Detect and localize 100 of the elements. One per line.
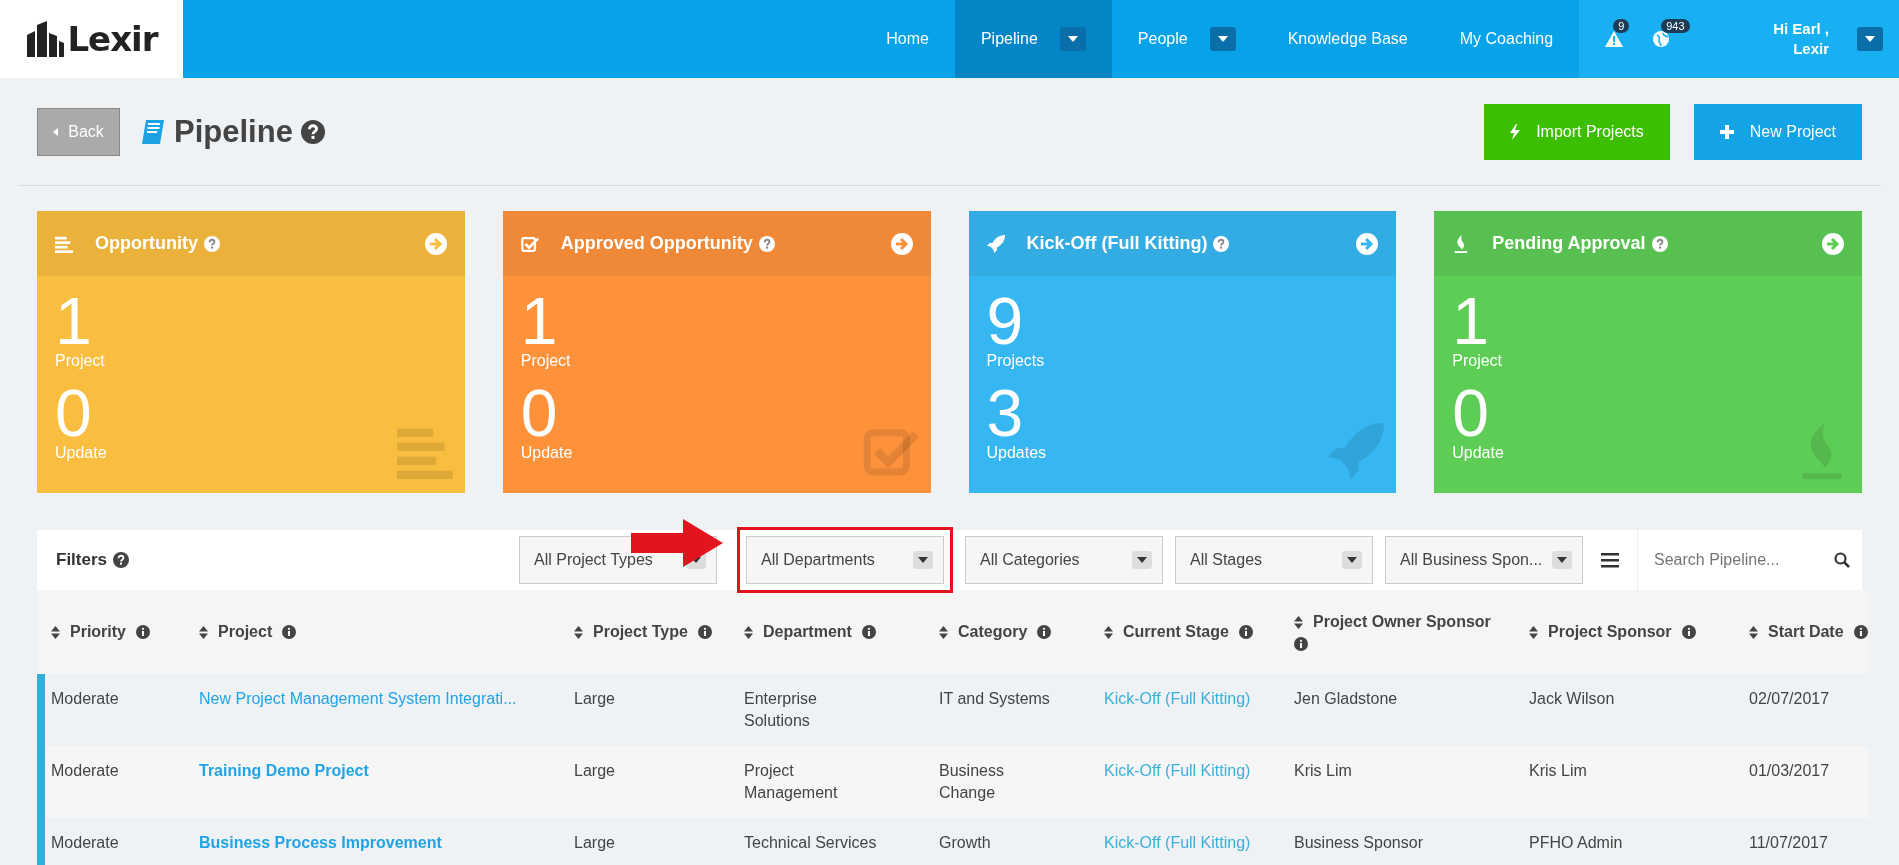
help-icon	[1651, 235, 1668, 252]
card-title: Pending Approval	[1492, 233, 1646, 254]
column-header[interactable]: Category	[958, 623, 1028, 641]
caret-icon	[53, 127, 59, 136]
sort-icon[interactable]	[1294, 615, 1303, 629]
logo[interactable]: Lexir	[0, 0, 183, 78]
search-icon[interactable]	[1834, 552, 1850, 568]
update-count: 0	[1452, 382, 1489, 444]
rocket-icon	[986, 234, 1005, 253]
project-link[interactable]: Training Demo Project	[199, 762, 369, 779]
caret-icon	[918, 557, 928, 563]
sort-icon[interactable]	[744, 625, 753, 639]
project-count: 1	[1452, 290, 1489, 352]
count-label: Project	[1452, 352, 1504, 370]
card-title: Opportunity	[95, 233, 198, 254]
stage-link[interactable]: Kick-Off (Full Kitting)	[1104, 690, 1251, 707]
count-label: Updates	[986, 444, 1048, 462]
table-cell: Moderate	[51, 762, 119, 779]
stage-card[interactable]: Approved Opportunity 1 Project 0 Update	[502, 211, 931, 493]
help-icon	[113, 552, 130, 568]
column-header[interactable]: Start Date	[1768, 623, 1844, 641]
project-link[interactable]: New Project Management System Integrati...	[199, 690, 517, 707]
column-header[interactable]: Department	[763, 623, 852, 641]
rocket-watermark-icon	[1328, 423, 1385, 479]
sort-icon[interactable]	[1104, 625, 1113, 639]
stage-card[interactable]: Kick-Off (Full Kitting) 9 Projects 3 Updates	[968, 211, 1397, 493]
filter-dropdown[interactable]: All Departments	[746, 536, 944, 584]
nav-tab[interactable]: Pipeline	[954, 0, 1112, 78]
alert-count-badge: 9	[1613, 19, 1630, 33]
stage-link[interactable]: Kick-Off (Full Kitting)	[1104, 834, 1251, 851]
count-label: Update	[1452, 444, 1505, 462]
list-icon	[55, 234, 73, 253]
filter-dropdown[interactable]: All Stages	[1175, 536, 1373, 584]
user-name: Lexir	[1793, 39, 1829, 59]
count-label: Project	[55, 352, 106, 370]
arrow-right-icon[interactable]	[1356, 232, 1379, 255]
help-icon	[204, 235, 220, 252]
arrow-right-icon[interactable]	[890, 232, 913, 255]
nav-tab[interactable]: My Coaching	[1433, 0, 1580, 78]
import-projects-button[interactable]: Import Projects	[1484, 103, 1670, 160]
info-icon	[1037, 625, 1052, 639]
project-count: 9	[986, 290, 1024, 352]
dropdown-caret[interactable]	[1059, 27, 1086, 51]
table-cell: Kris Lim	[1294, 762, 1352, 779]
stage-card[interactable]: Pending Approval 1 Project 0 Update	[1434, 211, 1862, 493]
lightning-bolt-icon	[1510, 123, 1521, 140]
column-header[interactable]: Project	[218, 623, 273, 641]
info-icon	[136, 625, 150, 639]
stage-link[interactable]: Kick-Off (Full Kitting)	[1104, 762, 1251, 779]
table-cell: 11/07/2017	[1749, 834, 1828, 851]
sort-icon[interactable]	[51, 625, 60, 639]
filter-dropdown[interactable]: All Business Spon...	[1385, 536, 1583, 584]
filter-dropdown[interactable]: All Categories	[965, 536, 1163, 584]
column-header[interactable]: Project Sponsor	[1548, 623, 1672, 641]
column-header[interactable]: Current Stage	[1123, 623, 1229, 641]
menu-icon[interactable]	[1601, 552, 1619, 568]
stage-card[interactable]: Opportunity 1 Project 0 Update	[37, 211, 465, 493]
nav-tab[interactable]: Knowledge Base	[1261, 0, 1434, 78]
count-label: Projects	[986, 352, 1046, 370]
table-cell: Moderate	[51, 690, 119, 707]
help-icon	[1213, 235, 1230, 252]
info-icon	[1681, 625, 1696, 639]
card-title: Kick-Off (Full Kitting)	[1026, 233, 1208, 254]
user-greeting: Hi Earl ,	[1773, 19, 1829, 39]
dropdown-caret[interactable]	[1209, 27, 1236, 51]
column-header[interactable]: Priority	[70, 623, 126, 641]
sort-icon[interactable]	[1529, 625, 1538, 639]
caret-icon	[1557, 557, 1567, 563]
nav-tab[interactable]: People	[1111, 0, 1262, 78]
sort-icon[interactable]	[199, 625, 208, 639]
info-icon	[1238, 625, 1253, 639]
table-cell: Kris Lim	[1529, 762, 1587, 779]
checkbox-icon	[520, 234, 539, 253]
nav-tab[interactable]: Home	[860, 0, 955, 78]
info-icon	[697, 625, 712, 639]
table-cell: 02/07/2017	[1749, 690, 1830, 707]
table-cell: Jen Gladstone	[1294, 690, 1398, 707]
notification-count-badge: 943	[1661, 19, 1690, 33]
book-icon	[140, 117, 166, 146]
new-project-button[interactable]: New Project	[1693, 103, 1862, 160]
globe-icon[interactable]	[1653, 31, 1670, 47]
sort-icon[interactable]	[1749, 625, 1758, 639]
back-button[interactable]: Back	[37, 107, 120, 156]
table-cell: Business Sponsor	[1294, 834, 1423, 851]
table-cell: Jack Wilson	[1529, 690, 1615, 707]
table-cell: PFHO Admin	[1529, 834, 1623, 851]
info-icon	[282, 625, 297, 639]
column-header[interactable]: Project Owner Sponsor	[1313, 613, 1491, 631]
count-label: Project	[520, 352, 572, 370]
help-icon	[300, 119, 325, 144]
table-cell-text: IT and Systems	[939, 689, 1050, 709]
filters-label: Filters	[56, 550, 108, 570]
sort-icon[interactable]	[574, 625, 583, 639]
table-cell-text: Enterprise Solutions	[744, 689, 818, 731]
sort-icon[interactable]	[939, 625, 948, 639]
user-menu-caret[interactable]	[1857, 27, 1883, 51]
column-header[interactable]: Project Type	[593, 623, 688, 641]
warning-icon[interactable]	[1605, 31, 1624, 47]
project-link[interactable]: Business Process Improvement	[199, 834, 442, 851]
table-cell: Large	[574, 834, 615, 851]
